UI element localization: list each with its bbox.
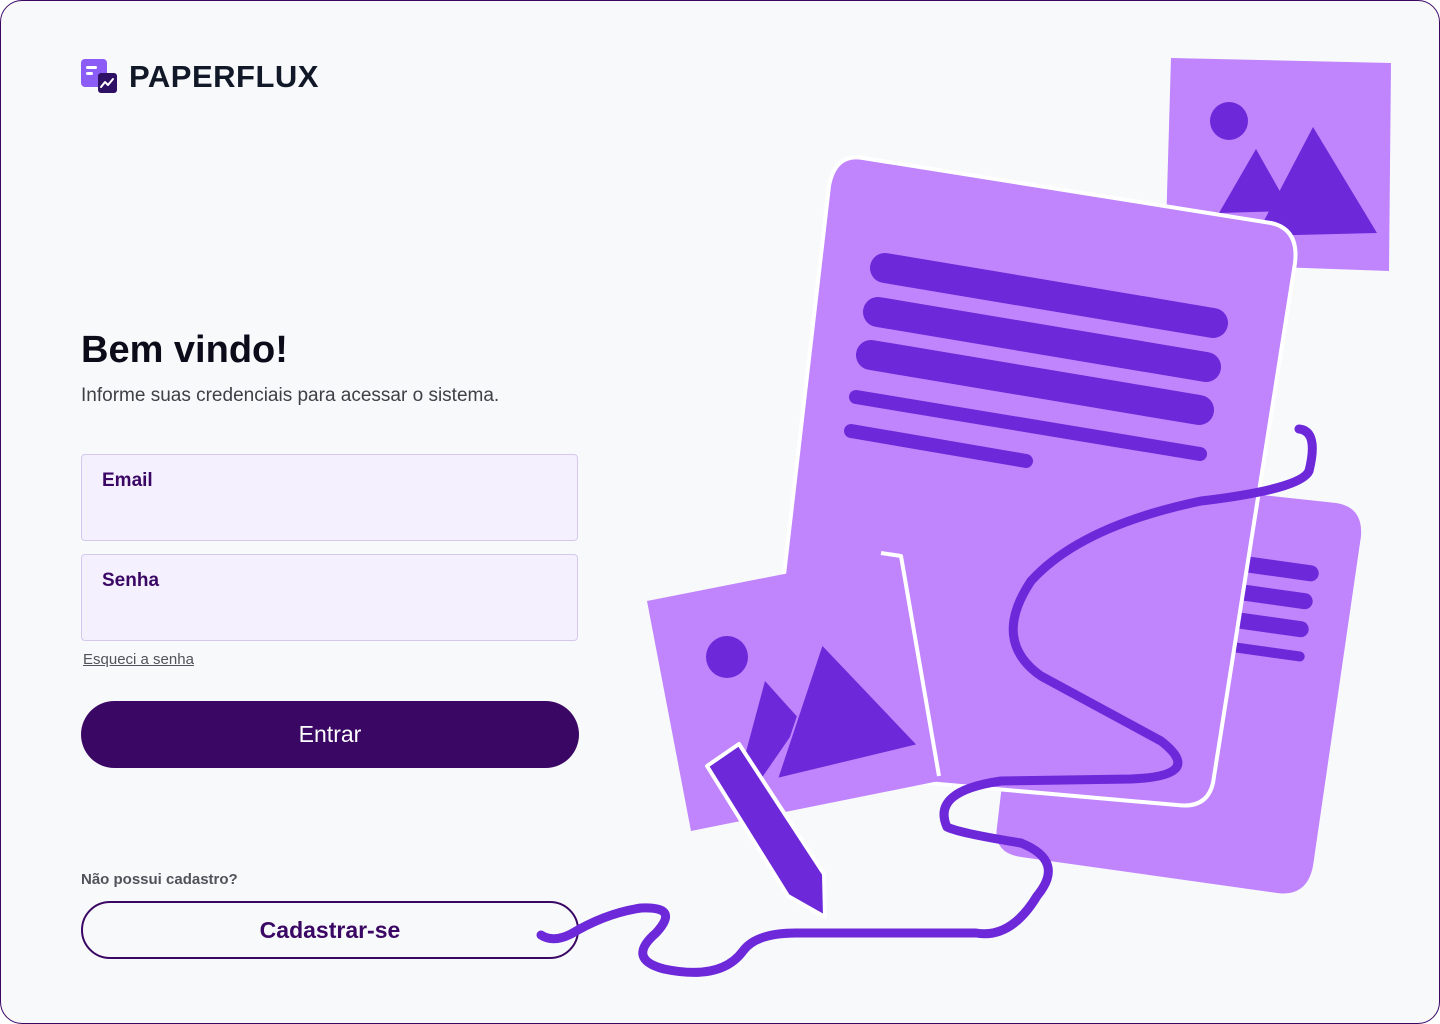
login-screen: PAPERFLUX Bem vindo! Informe suas creden… [0,0,1440,1024]
email-label: Email [102,470,153,491]
email-field[interactable]: Email [81,454,578,541]
forgot-password-link[interactable]: Esqueci a senha [83,651,194,668]
pencil-icon [705,742,827,919]
brand-name: PAPERFLUX [129,59,319,94]
document-icon [762,155,1298,808]
password-input[interactable] [102,601,561,631]
image-card-icon [1165,58,1391,271]
brand-logo: PAPERFLUX [81,59,319,95]
document-icon [996,471,1362,894]
signup-button[interactable]: Cadastrar-se [81,901,579,959]
password-label: Senha [102,570,160,591]
page-subtitle: Informe suas credenciais para acessar o … [81,385,500,406]
scribble-line [536,424,1317,977]
page-title: Bem vindo! [81,329,288,371]
email-input[interactable] [102,501,561,531]
signup-prompt: Não possui cadastro? [81,871,238,888]
document-chart-icon [81,59,117,93]
password-field[interactable]: Senha [81,554,578,641]
image-card-icon [647,551,941,831]
login-button[interactable]: Entrar [81,701,579,768]
